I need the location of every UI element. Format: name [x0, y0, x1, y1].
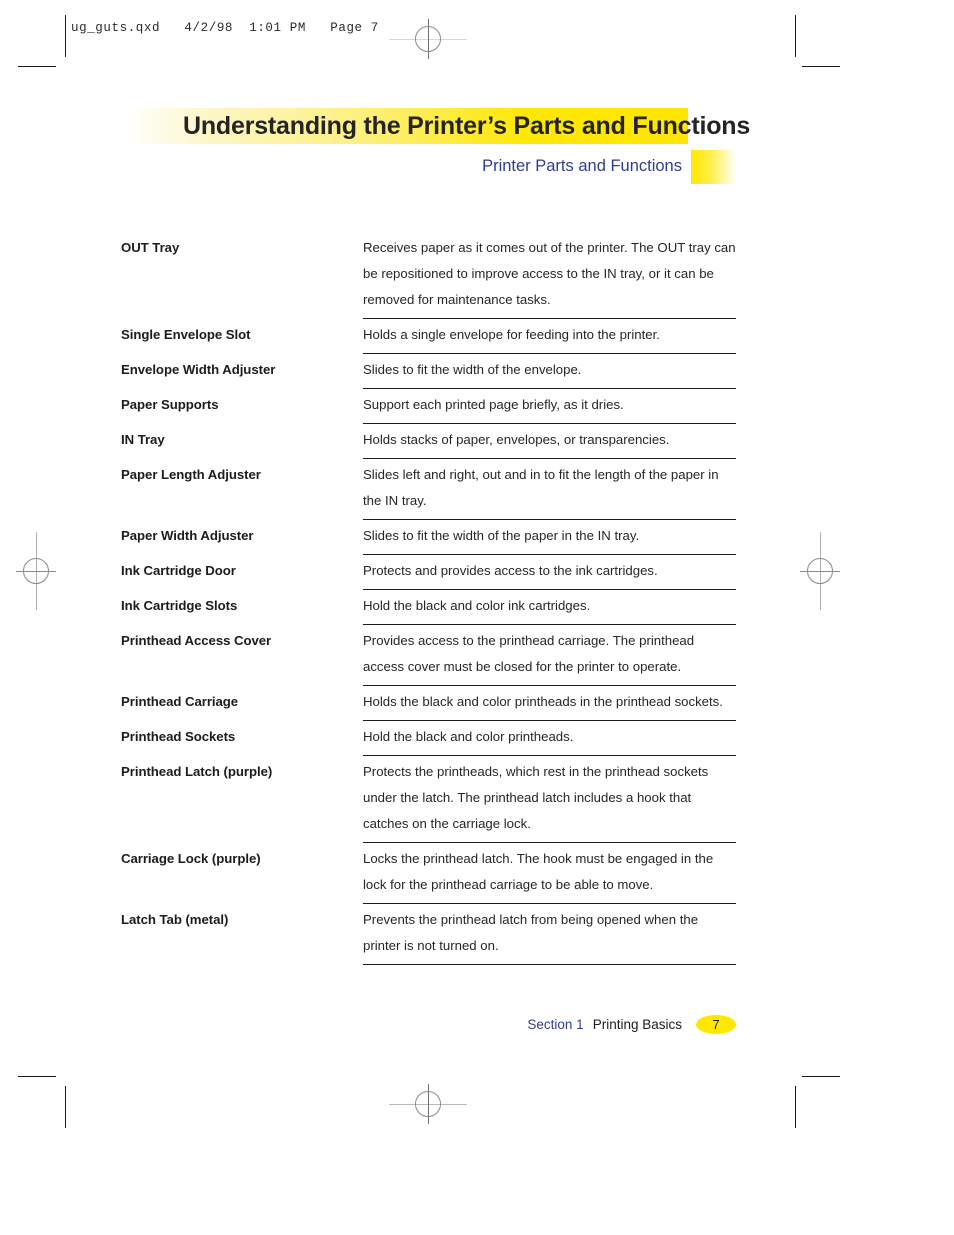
table-row: IN Tray Holds stacks of paper, envelopes,…: [121, 424, 736, 459]
part-name: Printhead Access Cover: [121, 633, 272, 648]
footer-section-label: Section 1: [527, 1017, 584, 1032]
printer-parts-table: OUT Tray Receives paper as it comes out o…: [121, 232, 736, 965]
part-name: Paper Supports: [121, 397, 219, 412]
part-name: OUT Tray: [121, 240, 180, 255]
part-name: Printhead Carriage: [121, 694, 239, 709]
part-name: Carriage Lock (purple): [121, 851, 261, 866]
part-name: Ink Cartridge Slots: [121, 598, 238, 613]
table-row: Ink Cartridge Door Protects and provides …: [121, 555, 736, 590]
part-description: Provides access to the printhead carriag…: [363, 625, 736, 686]
part-name: Envelope Width Adjuster: [121, 362, 276, 377]
part-description: Slides left and right, out and in to fit…: [363, 459, 736, 520]
crop-mark-bottom-left-horizontal: [18, 1076, 56, 1077]
part-description: Receives paper as it comes out of the pr…: [363, 232, 736, 319]
part-name: Printhead Sockets: [121, 729, 236, 744]
slug-divider: [65, 15, 66, 57]
file-slug: ug_guts.qxd 4/2/98 1:01 PM Page 7: [71, 21, 379, 35]
table-row: Printhead Access Cover Provides access to…: [121, 625, 736, 686]
part-name: Paper Length Adjuster: [121, 467, 261, 482]
crop-mark-bottom-right-vertical: [795, 1086, 796, 1128]
part-description: Holds the black and color printheads in …: [363, 686, 736, 721]
part-description: Slides to fit the width of the paper in …: [363, 520, 736, 555]
part-description: Hold the black and color ink cartridges.: [363, 590, 736, 625]
table-row: Envelope Width Adjuster Slides to fit the…: [121, 354, 736, 389]
part-description: Prevents the printhead latch from being …: [363, 904, 736, 965]
part-name: Paper Width Adjuster: [121, 528, 254, 543]
part-name: Latch Tab (metal): [121, 912, 229, 927]
page-footer: Section 1 Printing Basics 7: [527, 1015, 736, 1034]
table-row: Ink Cartridge Slots Hold the black and co…: [121, 590, 736, 625]
part-description: Slides to fit the width of the envelope.: [363, 354, 736, 389]
part-description: Holds a single envelope for feeding into…: [363, 319, 736, 354]
crop-mark-top-right-horizontal: [802, 66, 840, 67]
footer-chapter-label: Printing Basics: [592, 1017, 682, 1032]
table-row: Printhead Sockets Hold the black and colo…: [121, 721, 736, 756]
table-row: Paper Supports Support each printed page …: [121, 389, 736, 424]
table-row: Paper Width Adjuster Slides to fit the wi…: [121, 520, 736, 555]
part-name: Ink Cartridge Door: [121, 563, 236, 578]
crop-mark-bottom-right-horizontal: [802, 1076, 840, 1077]
part-description: Locks the printhead latch. The hook must…: [363, 843, 736, 904]
part-description: Holds stacks of paper, envelopes, or tra…: [363, 424, 736, 459]
part-name: Printhead Latch (purple): [121, 764, 273, 779]
part-description: Support each printed page briefly, as it…: [363, 389, 736, 424]
table-row: OUT Tray Receives paper as it comes out o…: [121, 232, 736, 319]
crop-mark-bottom-left-vertical: [65, 1086, 66, 1128]
part-name: IN Tray: [121, 432, 165, 447]
part-description: Protects the printheads, which rest in t…: [363, 756, 736, 843]
part-description: Protects and provides access to the ink …: [363, 555, 736, 590]
part-name: Single Envelope Slot: [121, 327, 251, 342]
page-number-badge: 7: [696, 1015, 736, 1034]
table-row: Carriage Lock (purple) Locks the printhea…: [121, 843, 736, 904]
page-title: Understanding the Printer’s Parts and Fu…: [183, 112, 751, 140]
table-row: Printhead Carriage Holds the black and co…: [121, 686, 736, 721]
page-subtitle: Printer Parts and Functions: [482, 157, 682, 175]
table-row: Paper Length Adjuster Slides left and rig…: [121, 459, 736, 520]
table-row: Printhead Latch (purple) Protects the pri…: [121, 756, 736, 843]
crop-mark-top-left-horizontal: [18, 66, 56, 67]
subtitle-banner-accent: [691, 150, 736, 184]
table-row: Latch Tab (metal) Prevents the printhead …: [121, 904, 736, 965]
part-description: Hold the black and color printheads.: [363, 721, 736, 756]
crop-mark-top-right-vertical: [795, 15, 796, 57]
table-row: Single Envelope Slot Holds a single envel…: [121, 319, 736, 354]
